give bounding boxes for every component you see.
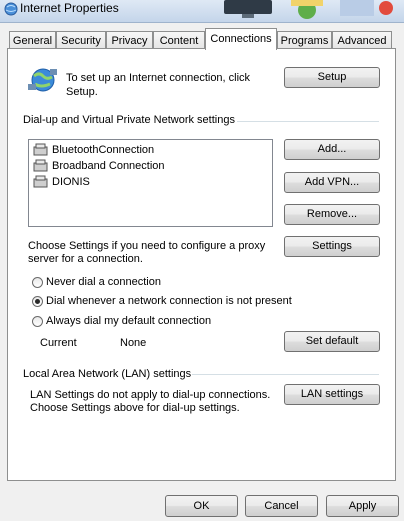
lan-text-line1: LAN Settings do not apply to dial-up con… <box>30 389 271 401</box>
tab-content[interactable]: Content <box>153 31 205 49</box>
tab-privacy[interactable]: Privacy <box>106 31 153 49</box>
add-vpn-button[interactable]: Add VPN... <box>284 172 380 193</box>
dialup-connection-icon <box>33 143 48 156</box>
current-label: Current <box>40 337 77 349</box>
always-dial-label[interactable]: Always dial my default connection <box>46 314 211 328</box>
connections-listbox[interactable]: BluetoothConnection Broadband Connection… <box>28 139 273 227</box>
tab-programs[interactable]: Programs <box>277 31 332 49</box>
tray-decor-icon <box>340 0 393 16</box>
dialup-group-label: Dial-up and Virtual Private Network sett… <box>23 114 235 126</box>
connection-name: DIONIS <box>52 176 90 188</box>
connection-name: Broadband Connection <box>52 160 165 172</box>
never-dial-radio[interactable] <box>32 277 43 288</box>
apply-button[interactable]: Apply <box>326 495 399 517</box>
ok-button[interactable]: OK <box>165 495 238 517</box>
tab-advanced[interactable]: Advanced <box>332 31 392 49</box>
lan-group-divider <box>192 374 379 375</box>
lan-settings-button[interactable]: LAN settings <box>284 384 380 405</box>
tray-decor-icon <box>291 0 323 19</box>
dial-whenever-label[interactable]: Dial whenever a network connection is no… <box>46 294 292 308</box>
tab-connections[interactable]: Connections <box>205 28 277 50</box>
dialup-connection-icon <box>33 159 48 172</box>
dialup-group-divider <box>237 121 379 122</box>
setup-description-line1: To set up an Internet connection, click <box>66 72 251 84</box>
dialup-connection-icon <box>33 175 48 188</box>
always-dial-radio[interactable] <box>32 316 43 327</box>
remove-button[interactable]: Remove... <box>284 204 380 225</box>
proxy-settings-text-line2: server for a connection. <box>28 253 143 265</box>
never-dial-label[interactable]: Never dial a connection <box>46 275 161 289</box>
tab-security[interactable]: Security <box>56 31 106 49</box>
lan-text-line2: Choose Settings above for dial-up settin… <box>30 402 240 414</box>
current-value: None <box>120 337 147 349</box>
connection-name: BluetoothConnection <box>52 144 155 156</box>
window-title: Internet Properties <box>20 1 119 15</box>
radio-selected-dot <box>35 299 40 304</box>
dial-whenever-radio[interactable] <box>32 296 43 307</box>
title-bar: Internet Properties <box>0 0 404 23</box>
cancel-button[interactable]: Cancel <box>245 495 318 517</box>
setup-button[interactable]: Setup <box>284 67 380 88</box>
setup-description-line2: Setup. <box>66 86 98 98</box>
network-globe-icon <box>28 68 57 92</box>
proxy-settings-text-line1: Choose Settings if you need to configure… <box>28 240 266 252</box>
settings-button[interactable]: Settings <box>284 236 380 257</box>
internet-options-icon <box>4 2 18 16</box>
tray-decor-icon <box>224 0 272 18</box>
set-default-button[interactable]: Set default <box>284 331 380 352</box>
add-button[interactable]: Add... <box>284 139 380 160</box>
tab-general[interactable]: General <box>9 31 56 49</box>
lan-group-label: Local Area Network (LAN) settings <box>23 368 192 380</box>
